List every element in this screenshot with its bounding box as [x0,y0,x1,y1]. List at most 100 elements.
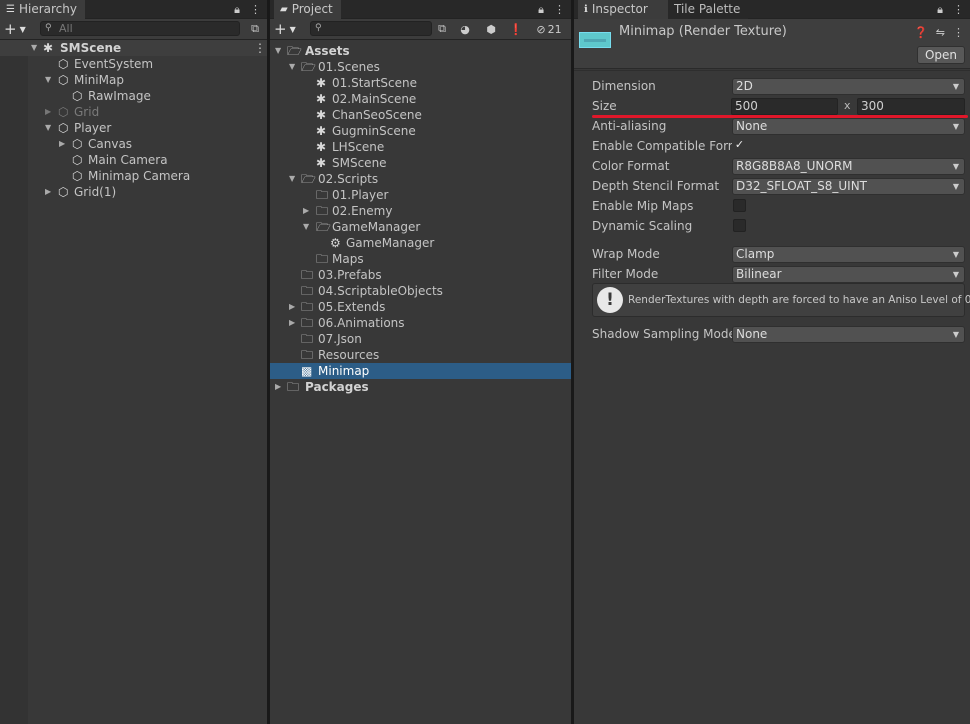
create-button[interactable]: + ▼ [274,20,296,38]
unity-scene-icon: ✱ [43,41,54,55]
folder-icon: ▰ [280,4,288,15]
tree-row[interactable]: ⬡ Main Camera [0,152,267,168]
filter-mode-dropdown[interactable]: Bilinear ▼ [732,266,965,283]
hierarchy-tabbar: ☰ Hierarchy 🔒︎ ⋮ [0,0,267,19]
tree-row[interactable]: ✱ 02.MainScene [270,91,571,107]
lock-icon[interactable]: 🔒︎ [234,3,240,17]
hidden-packages-button[interactable]: ⊘ 21 [532,20,566,38]
tree-row[interactable]: ⬡ RawImage [0,88,267,104]
tab-inspector[interactable]: ℹ Inspector [578,0,668,19]
more-icon[interactable]: ⋮ [250,3,261,16]
asset-title: Minimap (Render Texture) [619,24,787,39]
tree-row[interactable]: 🗀︎ 03.Prefabs [270,267,571,283]
shadow-sampling-mode-dropdown[interactable]: None ▼ [732,326,965,343]
expand-arrow-icon[interactable]: ▼ [275,43,281,59]
tree-row[interactable]: 🗀︎ 04.ScriptableObjects [270,283,571,299]
hierarchy-search-input[interactable]: ⚲ All [40,21,240,36]
size-height-field[interactable]: 300 [857,98,965,115]
tree-row[interactable]: ⚙ GameManager [270,235,571,251]
dimension-dropdown[interactable]: 2D ▼ [732,78,965,95]
help-icon[interactable]: ❓ [914,26,928,39]
more-icon[interactable]: ⋮ [953,3,964,16]
tree-row[interactable]: ▼ 🗁︎ 01.Scenes [270,59,571,75]
more-icon[interactable]: ⋮ [554,3,565,16]
tab-project[interactable]: ▰ Project [274,0,341,19]
enable-compatible-format-checkbox[interactable]: ✓ [733,139,746,152]
tree-row[interactable]: ▶ 🗀︎ 06.Animations [270,315,571,331]
expand-arrow-icon[interactable]: ▼ [289,59,295,75]
tree-row[interactable]: ▼ 🗁︎ 02.Scripts [270,171,571,187]
tree-row[interactable]: ✱ GugminScene [270,123,571,139]
more-icon[interactable]: ⋮ [254,40,266,56]
tree-row[interactable]: ⬡ EventSystem [0,56,267,72]
chevron-down-icon: ▼ [952,82,959,91]
tree-row[interactable]: 🗀︎ 01.Player [270,187,571,203]
collapsed-arrow-icon[interactable]: ▶ [275,379,281,395]
collapsed-arrow-icon[interactable]: ▶ [45,104,51,120]
tree-row-label: 04.ScriptableObjects [318,284,443,298]
expand-arrow-icon[interactable]: ▼ [303,219,309,235]
depth-stencil-format-dropdown[interactable]: D32_SFLOAT_S8_UINT ▼ [732,178,965,195]
filter-by-label-icon[interactable]: ⬢ [482,20,500,38]
chevron-down-icon: ▼ [952,250,959,259]
unity-scene-icon: ✱ [316,140,327,154]
tree-row[interactable]: 🗀︎ 07.Json [270,331,571,347]
expand-arrow-icon[interactable]: ▼ [31,40,37,56]
tab-label: Project [291,2,333,16]
tree-row-label: GameManager [332,220,421,234]
alert-icon[interactable]: ❗ [507,20,525,38]
tree-row[interactable]: ▶ ⬡ Grid [0,104,267,120]
more-icon[interactable]: ⋮ [953,26,964,39]
expand-arrow-icon[interactable]: ▼ [289,171,295,187]
tree-row[interactable]: ▶ ⬡ Canvas [0,136,267,152]
tree-row-selected[interactable]: ▩ Minimap [270,363,571,379]
tree-row[interactable]: ✱ LHScene [270,139,571,155]
tree-row-label: Grid [74,105,100,119]
tab-tile-palette[interactable]: Tile Palette [668,0,749,19]
expand-arrow-icon[interactable]: ▼ [45,120,51,136]
tree-row[interactable]: 🗀︎ Maps [270,251,571,267]
tree-row[interactable]: ▶ 🗀︎ 02.Enemy [270,203,571,219]
tree-row[interactable]: ✱ ChanSeoScene [270,107,571,123]
tree-row[interactable]: 🗀︎ Resources [270,347,571,363]
tree-row-scene[interactable]: ▼ ✱ SMScene ⋮ [0,40,267,56]
collapsed-arrow-icon[interactable]: ▶ [289,315,295,331]
tree-row[interactable]: ⬡ Minimap Camera [0,168,267,184]
hidden-count: 21 [547,22,562,36]
lock-icon[interactable]: 🔒︎ [538,3,544,17]
dynamic-scaling-checkbox[interactable] [733,219,746,232]
search-filter-button[interactable]: ⧉ [434,20,450,38]
wrap-mode-dropdown[interactable]: Clamp ▼ [732,246,965,263]
tree-row[interactable]: ▶ 🗀︎ 05.Extends [270,299,571,315]
presets-icon[interactable]: ⇋ [936,26,945,39]
expand-arrow-icon[interactable]: ▼ [45,72,51,88]
collapsed-arrow-icon[interactable]: ▶ [303,203,309,219]
project-search-input[interactable]: ⚲ [310,21,432,36]
tree-row[interactable]: ▼ ⬡ Player [0,120,267,136]
lock-icon[interactable]: 🔒︎ [937,3,943,17]
tree-row[interactable]: ▼ 🗁︎ GameManager [270,219,571,235]
wrap-mode-label: Wrap Mode [592,247,660,261]
search-filter-button[interactable]: ⧉ [247,20,263,38]
anti-aliasing-label: Anti-aliasing [592,119,667,133]
color-format-dropdown[interactable]: R8G8B8A8_UNORM ▼ [732,158,965,175]
collapsed-arrow-icon[interactable]: ▶ [45,184,51,200]
enable-mip-maps-checkbox[interactable] [733,199,746,212]
filter-by-type-icon[interactable]: ◕ [456,20,474,38]
search-icon: ⚲ [315,23,322,33]
tree-row[interactable]: ▼ 🗁︎ Assets [270,43,571,59]
tree-row[interactable]: ▶ 🗀︎ Packages [270,379,571,395]
tab-hierarchy[interactable]: ☰ Hierarchy [0,0,85,19]
open-button[interactable]: Open [916,46,965,64]
info-icon: ℹ [584,4,588,15]
create-button[interactable]: + ▼ [4,20,26,38]
unity-scene-icon: ✱ [316,92,327,106]
collapsed-arrow-icon[interactable]: ▶ [59,136,65,152]
tree-row[interactable]: ▼ ⬡ MiniMap [0,72,267,88]
collapsed-arrow-icon[interactable]: ▶ [289,299,295,315]
tree-row[interactable]: ✱ SMScene [270,155,571,171]
size-width-field[interactable]: 500 [731,98,838,115]
tree-row[interactable]: ▶ ⬡ Grid(1) [0,184,267,200]
tree-row[interactable]: ✱ 01.StartScene [270,75,571,91]
anti-aliasing-dropdown[interactable]: None ▼ [732,118,965,135]
